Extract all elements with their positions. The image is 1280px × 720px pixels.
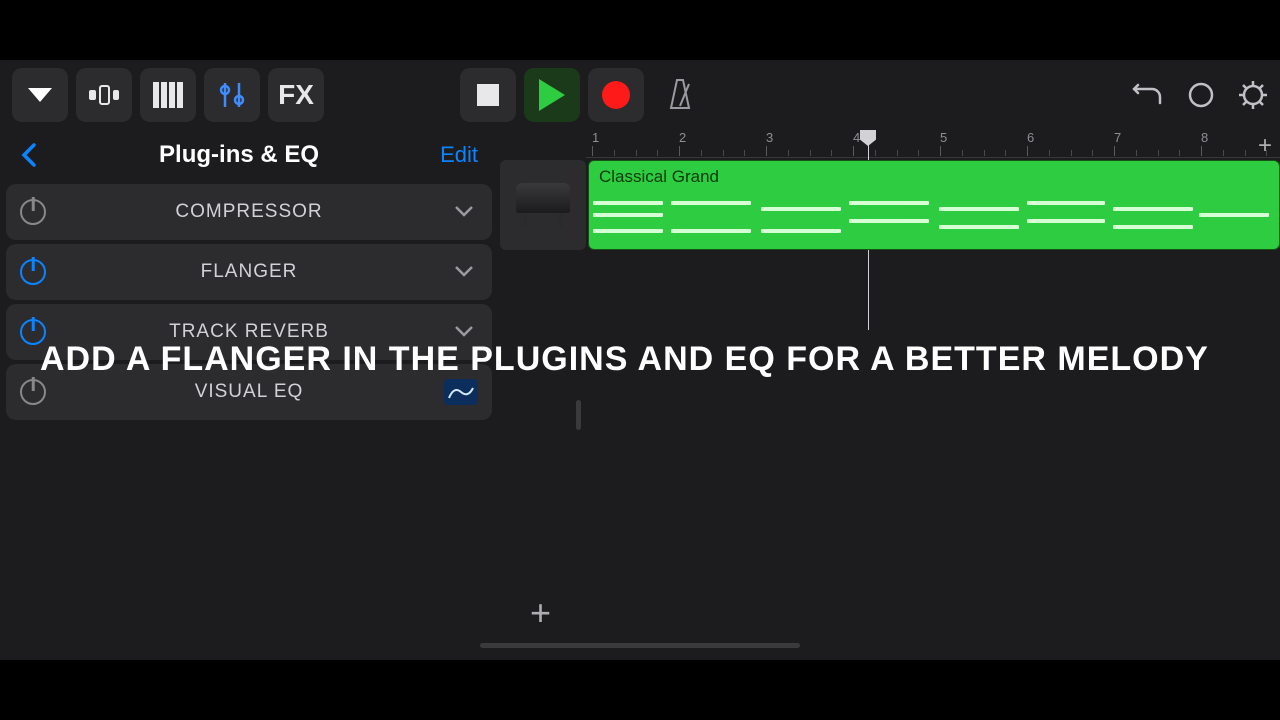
- add-track-button[interactable]: +: [530, 592, 551, 634]
- back-button[interactable]: [20, 141, 38, 169]
- timeline: + 1 2 3 4 5 6 7 8 Classical Grand: [500, 130, 1280, 250]
- eq-icon[interactable]: [444, 379, 478, 405]
- record-button[interactable]: [588, 68, 644, 122]
- horizontal-scrollbar[interactable]: [480, 643, 800, 648]
- chevron-left-icon: [20, 141, 38, 169]
- add-section-button[interactable]: +: [1258, 132, 1272, 160]
- panel-header: Plug-ins & EQ Edit: [6, 130, 492, 180]
- ruler-tick: 7: [1114, 130, 1121, 145]
- midi-region[interactable]: Classical Grand: [588, 160, 1280, 250]
- edit-button[interactable]: Edit: [440, 142, 478, 168]
- keyboard-button[interactable]: [140, 68, 196, 122]
- toolbar: FX: [0, 60, 1280, 130]
- metronome-button[interactable]: [652, 68, 708, 122]
- power-toggle[interactable]: [20, 379, 46, 405]
- piano-icon: [516, 183, 570, 227]
- track-view-button[interactable]: [76, 68, 132, 122]
- plugin-label: FLANGER: [201, 261, 298, 283]
- track-header[interactable]: [500, 160, 586, 250]
- undo-icon[interactable]: [1132, 81, 1164, 109]
- metronome-icon: [665, 78, 695, 112]
- chevron-down-icon[interactable]: [454, 325, 474, 339]
- ruler-tick: 2: [679, 130, 686, 145]
- play-icon: [539, 79, 565, 111]
- triangle-down-icon: [28, 88, 52, 102]
- track-blocks-icon: [89, 84, 119, 106]
- fx-button[interactable]: FX: [268, 68, 324, 122]
- plugin-row-compressor[interactable]: COMPRESSOR: [6, 184, 492, 240]
- caption-overlay: ADD A FLANGER IN THE PLUGINS AND EQ FOR …: [40, 340, 1240, 379]
- chevron-down-icon[interactable]: [454, 265, 474, 279]
- sliders-icon: [217, 80, 247, 110]
- gear-icon[interactable]: [1238, 80, 1268, 110]
- play-button[interactable]: [524, 68, 580, 122]
- piano-keys-icon: [153, 82, 183, 108]
- toolbar-right: [1132, 80, 1268, 110]
- plugins-panel: Plug-ins & EQ Edit COMPRESSOR FLANGER TR…: [6, 130, 492, 424]
- view-menu-button[interactable]: [12, 68, 68, 122]
- ruler-tick: 1: [592, 130, 599, 145]
- controls-button[interactable]: [204, 68, 260, 122]
- vertical-scrollbar[interactable]: [576, 400, 581, 430]
- stop-icon: [477, 84, 499, 106]
- ruler-tick: 4: [853, 130, 860, 145]
- chevron-down-icon[interactable]: [454, 205, 474, 219]
- ruler-tick: 3: [766, 130, 773, 145]
- region-label: Classical Grand: [599, 167, 719, 187]
- loop-icon[interactable]: [1186, 80, 1216, 110]
- ruler-tick: 5: [940, 130, 947, 145]
- panel-title: Plug-ins & EQ: [159, 141, 319, 169]
- power-toggle[interactable]: [20, 259, 46, 285]
- plugin-label: VISUAL EQ: [195, 381, 304, 403]
- stop-button[interactable]: [460, 68, 516, 122]
- plugin-label: COMPRESSOR: [175, 201, 322, 223]
- ruler-tick: 6: [1027, 130, 1034, 145]
- power-toggle[interactable]: [20, 199, 46, 225]
- record-icon: [602, 81, 630, 109]
- plugin-row-flanger[interactable]: FLANGER: [6, 244, 492, 300]
- ruler[interactable]: + 1 2 3 4 5 6 7 8: [586, 130, 1280, 158]
- ruler-tick: 8: [1201, 130, 1208, 145]
- track-row: Classical Grand: [500, 160, 1280, 250]
